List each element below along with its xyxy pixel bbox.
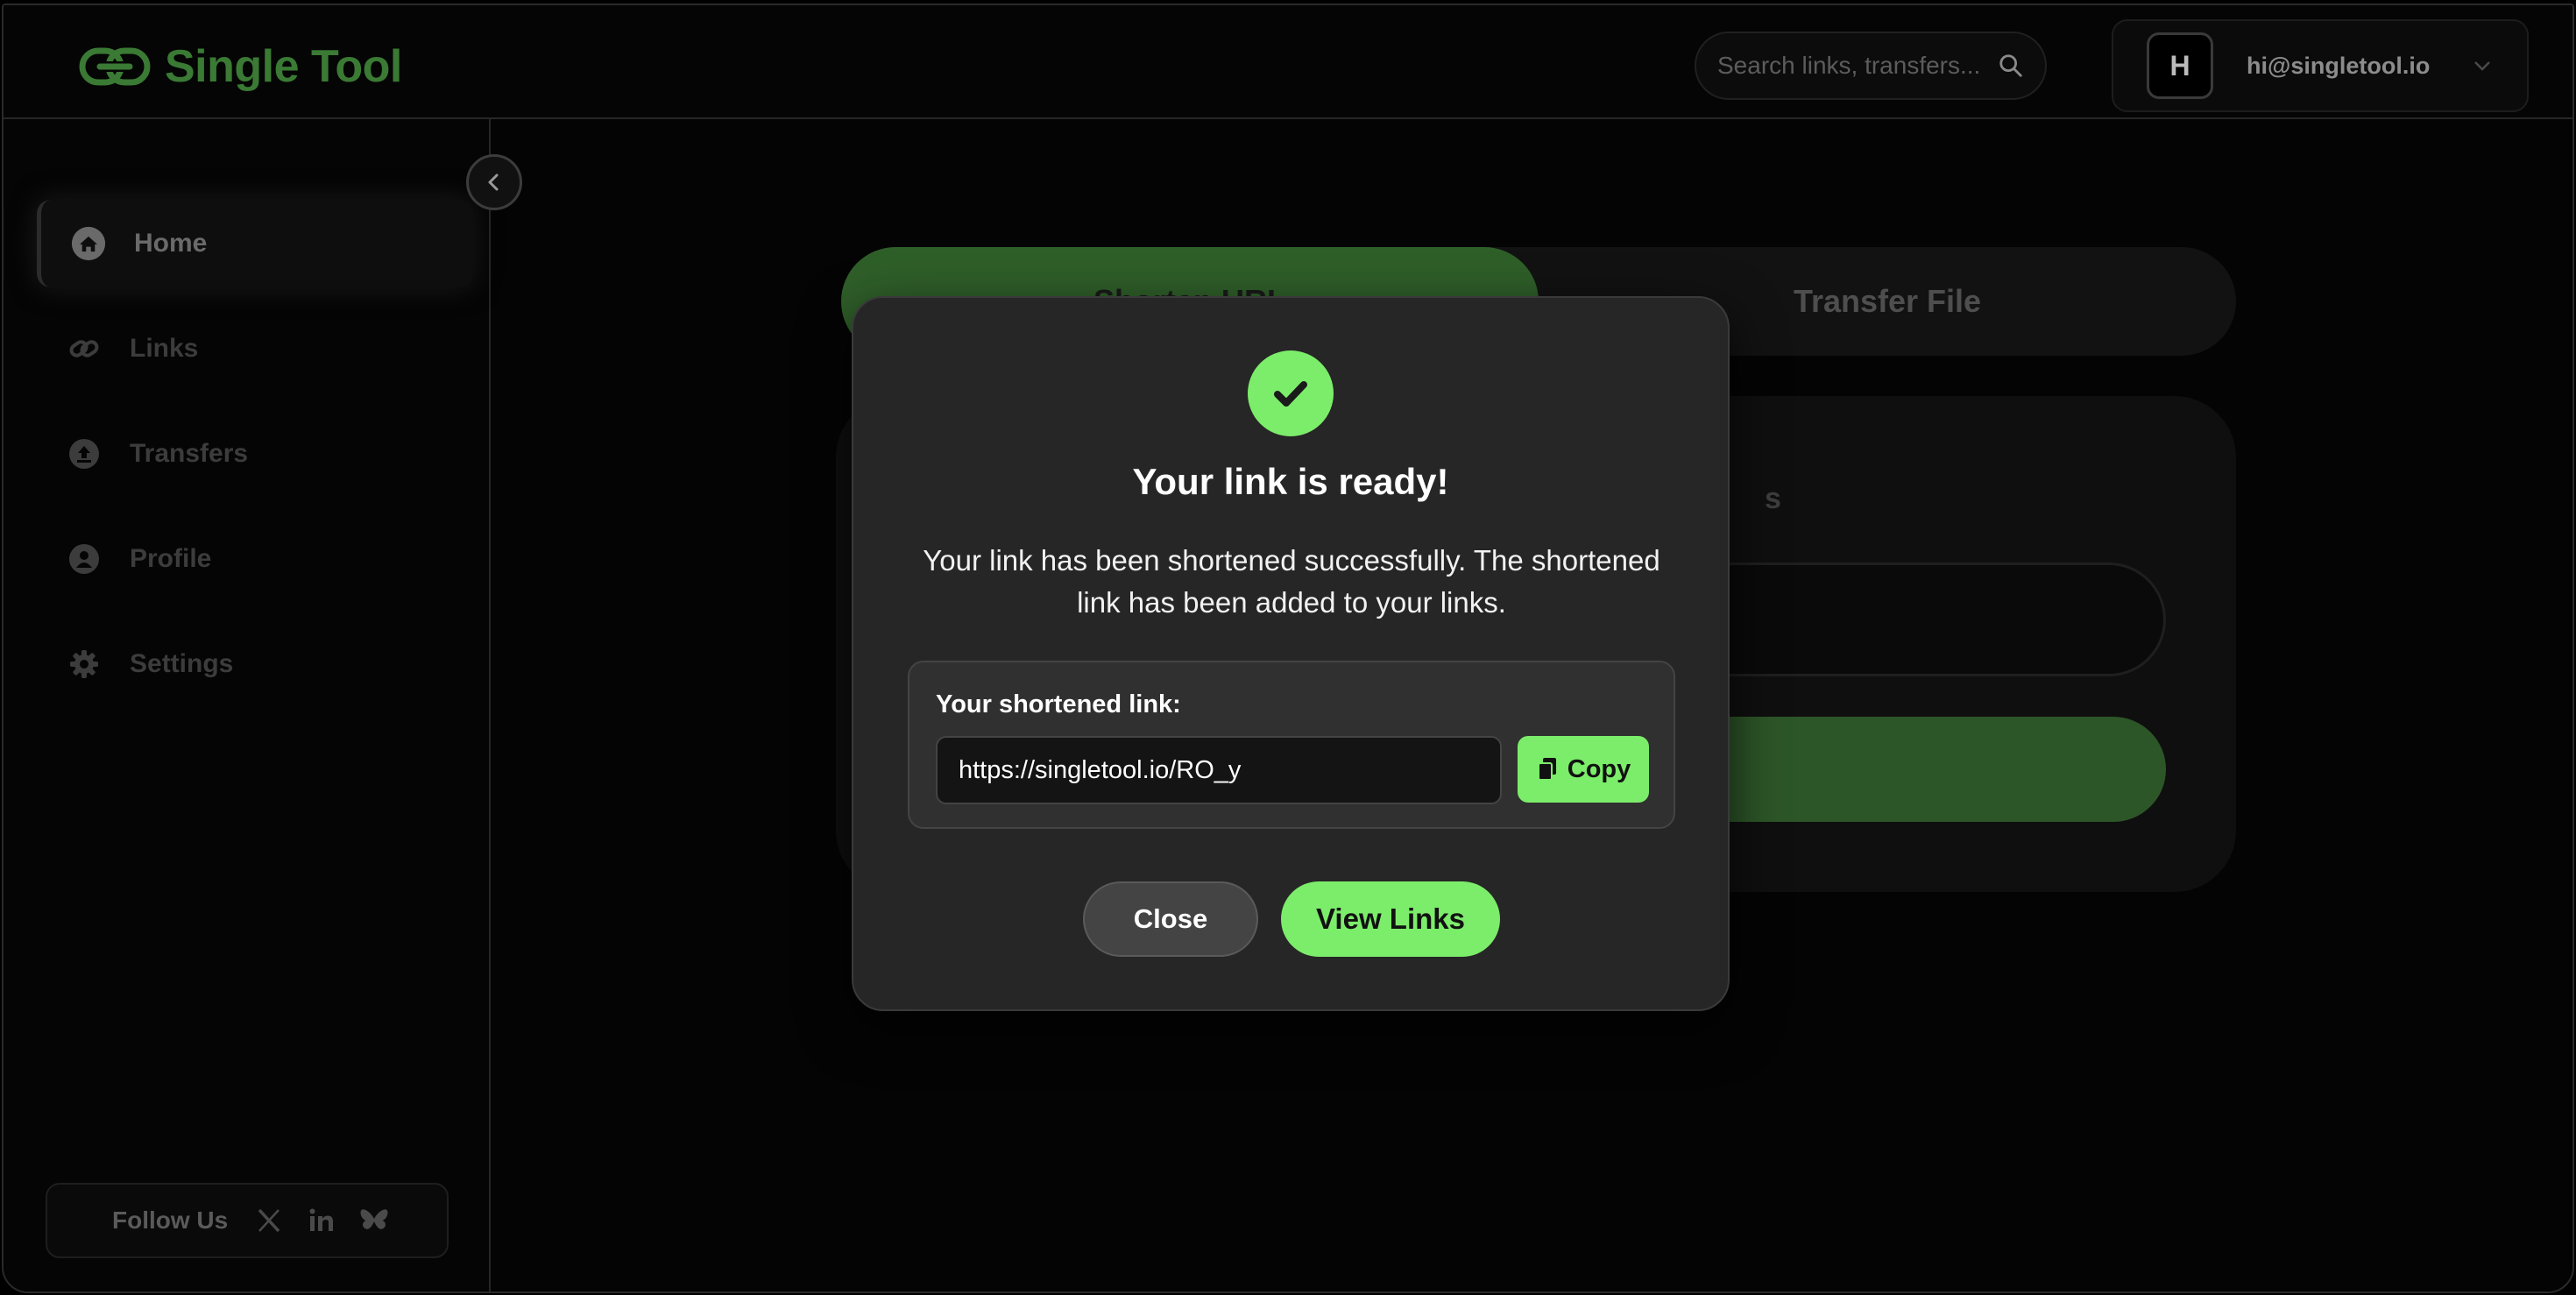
- sidebar-item-label: Settings: [130, 649, 234, 678]
- checkmark-icon: [1248, 350, 1334, 436]
- copy-icon: [1537, 758, 1556, 781]
- sidebar-item-links[interactable]: Links: [37, 305, 473, 393]
- app-window: Single Tool H hi@singletool.io: [2, 4, 2574, 1293]
- modal-description: Your link has been shortened successfull…: [923, 544, 1660, 619]
- search-icon[interactable]: [1998, 52, 2024, 80]
- collapse-sidebar-button[interactable]: [466, 154, 522, 210]
- sidebar-item-home[interactable]: Home: [37, 200, 473, 287]
- sidebar-item-label: Home: [134, 229, 208, 258]
- follow-us-panel: Follow Us: [46, 1183, 449, 1258]
- shortened-link-box: Your shortened link: Copy: [908, 661, 1675, 829]
- search-input[interactable]: [1717, 52, 1989, 80]
- brand-name: Single Tool: [165, 41, 402, 92]
- link-icon: [67, 331, 102, 366]
- bluesky-icon[interactable]: [359, 1206, 389, 1235]
- sidebar-item-transfers[interactable]: Transfers: [37, 410, 473, 498]
- x-icon[interactable]: [254, 1206, 284, 1235]
- copy-button[interactable]: Copy: [1518, 736, 1649, 803]
- view-links-button[interactable]: View Links: [1281, 881, 1500, 957]
- sidebar-item-label: Links: [130, 334, 199, 363]
- upload-icon: [67, 436, 102, 471]
- sidebar-item-label: Profile: [130, 544, 212, 573]
- close-button[interactable]: Close: [1083, 881, 1258, 957]
- gear-icon: [67, 647, 102, 682]
- user-menu[interactable]: H hi@singletool.io: [2112, 19, 2529, 112]
- logo[interactable]: Single Tool: [79, 40, 402, 93]
- sidebar: Home Links Transfers Profile Settings Fo…: [4, 119, 491, 1291]
- shortened-link-label: Your shortened link:: [936, 690, 1181, 718]
- avatar: H: [2147, 32, 2213, 99]
- link-logo-icon: [79, 47, 151, 86]
- shortened-link-field[interactable]: [936, 736, 1502, 804]
- card-label: s: [1765, 482, 1781, 515]
- modal-title: Your link is ready!: [1132, 461, 1449, 502]
- user-email: hi@singletool.io: [2247, 52, 2431, 79]
- sidebar-item-label: Transfers: [130, 439, 249, 468]
- success-modal: Your link is ready! Your link has been s…: [852, 296, 1730, 1011]
- user-icon: [67, 541, 102, 577]
- sidebar-item-settings[interactable]: Settings: [37, 620, 473, 708]
- top-header: Single Tool H hi@singletool.io: [4, 5, 2572, 119]
- search-bar[interactable]: [1695, 32, 2047, 100]
- sidebar-item-profile[interactable]: Profile: [37, 515, 473, 603]
- linkedin-icon[interactable]: [307, 1206, 336, 1235]
- chevron-down-icon: [2474, 61, 2490, 71]
- chevron-left-icon: [488, 173, 499, 191]
- home-icon: [71, 226, 106, 261]
- copy-label: Copy: [1567, 754, 1631, 783]
- follow-us-label: Follow Us: [112, 1207, 229, 1234]
